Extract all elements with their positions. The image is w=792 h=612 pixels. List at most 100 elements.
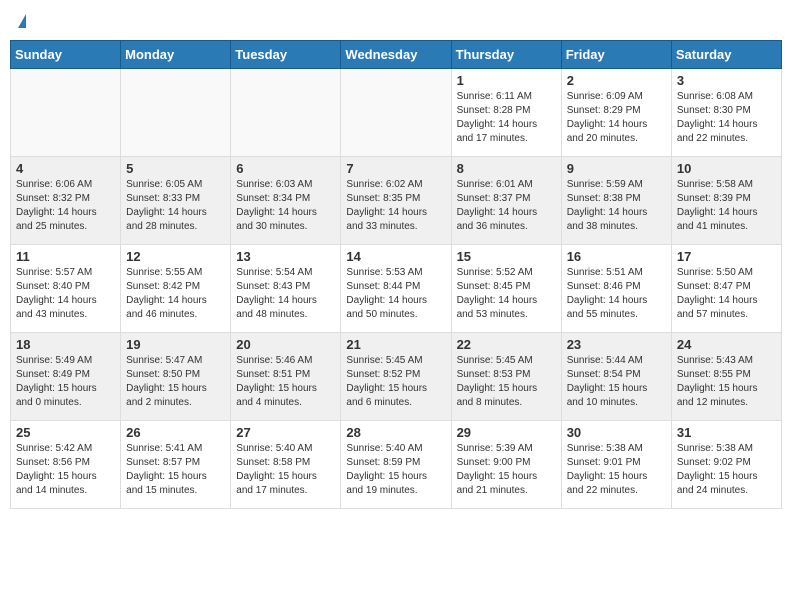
- calendar-header-saturday: Saturday: [671, 41, 781, 69]
- day-info: Sunrise: 5:46 AMSunset: 8:51 PMDaylight:…: [236, 354, 335, 410]
- day-number: 27: [236, 425, 335, 440]
- calendar-week-row: 1 Sunrise: 6:11 AMSunset: 8:28 PMDaylight…: [11, 69, 782, 157]
- calendar-cell: 9 Sunrise: 5:59 AMSunset: 8:38 PMDaylight…: [561, 157, 671, 245]
- day-number: 14: [346, 249, 445, 264]
- day-number: 22: [457, 337, 556, 352]
- day-number: 5: [126, 161, 225, 176]
- calendar-cell: 24Sunrise: 5:43 AMSunset: 8:55 PMDayligh…: [671, 333, 781, 421]
- day-number: 28: [346, 425, 445, 440]
- calendar-cell: 19 Sunrise: 5:47 AMSunset: 8:50 PMDayligh…: [121, 333, 231, 421]
- day-number: 21: [346, 337, 445, 352]
- day-info: Sunrise: 5:52 AMSunset: 8:45 PMDaylight:…: [457, 266, 556, 322]
- day-number: 4: [16, 161, 115, 176]
- calendar-week-row: 18 Sunrise: 5:49 AMSunset: 8:49 PMDayligh…: [11, 333, 782, 421]
- calendar-header-monday: Monday: [121, 41, 231, 69]
- calendar-header-sunday: Sunday: [11, 41, 121, 69]
- day-number: 1: [457, 73, 556, 88]
- day-number: 3: [677, 73, 776, 88]
- calendar-header-friday: Friday: [561, 41, 671, 69]
- day-number: 17: [677, 249, 776, 264]
- calendar-cell: 18 Sunrise: 5:49 AMSunset: 8:49 PMDayligh…: [11, 333, 121, 421]
- calendar-cell: 21Sunrise: 5:45 AMSunset: 8:52 PMDayligh…: [341, 333, 451, 421]
- page-header: [10, 10, 782, 32]
- calendar-cell: 14 Sunrise: 5:53 AMSunset: 8:44 PMDayligh…: [341, 245, 451, 333]
- calendar-cell: 13 Sunrise: 5:54 AMSunset: 8:43 PMDayligh…: [231, 245, 341, 333]
- calendar-week-row: 4 Sunrise: 6:06 AMSunset: 8:32 PMDaylight…: [11, 157, 782, 245]
- day-number: 20: [236, 337, 335, 352]
- day-info: Sunrise: 5:38 AMSunset: 9:02 PMDaylight:…: [677, 442, 776, 498]
- calendar-cell: 23 Sunrise: 5:44 AMSunset: 8:54 PMDayligh…: [561, 333, 671, 421]
- calendar-header-wednesday: Wednesday: [341, 41, 451, 69]
- calendar-cell: 5 Sunrise: 6:05 AMSunset: 8:33 PMDaylight…: [121, 157, 231, 245]
- calendar-header-tuesday: Tuesday: [231, 41, 341, 69]
- calendar-cell: 20 Sunrise: 5:46 AMSunset: 8:51 PMDayligh…: [231, 333, 341, 421]
- day-number: 18: [16, 337, 115, 352]
- calendar-cell: 11Sunrise: 5:57 AMSunset: 8:40 PMDayligh…: [11, 245, 121, 333]
- calendar-cell: 22 Sunrise: 5:45 AMSunset: 8:53 PMDayligh…: [451, 333, 561, 421]
- day-number: 24: [677, 337, 776, 352]
- day-info: Sunrise: 6:08 AMSunset: 8:30 PMDaylight:…: [677, 90, 776, 146]
- day-number: 23: [567, 337, 666, 352]
- day-number: 11: [16, 249, 115, 264]
- day-info: Sunrise: 5:53 AMSunset: 8:44 PMDaylight:…: [346, 266, 445, 322]
- day-info: Sunrise: 5:40 AMSunset: 8:59 PMDaylight:…: [346, 442, 445, 498]
- calendar-cell: [11, 69, 121, 157]
- day-info: Sunrise: 6:05 AMSunset: 8:33 PMDaylight:…: [126, 178, 225, 234]
- day-info: Sunrise: 5:45 AMSunset: 8:53 PMDaylight:…: [457, 354, 556, 410]
- calendar-header-row: SundayMondayTuesdayWednesdayThursdayFrid…: [11, 41, 782, 69]
- calendar-cell: 17Sunrise: 5:50 AMSunset: 8:47 PMDayligh…: [671, 245, 781, 333]
- logo: [16, 14, 26, 28]
- day-number: 9: [567, 161, 666, 176]
- day-info: Sunrise: 5:58 AMSunset: 8:39 PMDaylight:…: [677, 178, 776, 234]
- calendar-cell: 3 Sunrise: 6:08 AMSunset: 8:30 PMDaylight…: [671, 69, 781, 157]
- day-number: 30: [567, 425, 666, 440]
- day-number: 2: [567, 73, 666, 88]
- day-info: Sunrise: 5:42 AMSunset: 8:56 PMDaylight:…: [16, 442, 115, 498]
- day-info: Sunrise: 5:54 AMSunset: 8:43 PMDaylight:…: [236, 266, 335, 322]
- calendar-cell: 2 Sunrise: 6:09 AMSunset: 8:29 PMDaylight…: [561, 69, 671, 157]
- calendar-cell: [341, 69, 451, 157]
- day-info: Sunrise: 5:40 AMSunset: 8:58 PMDaylight:…: [236, 442, 335, 498]
- calendar-cell: 26 Sunrise: 5:41 AMSunset: 8:57 PMDayligh…: [121, 421, 231, 509]
- calendar-cell: [231, 69, 341, 157]
- day-info: Sunrise: 5:44 AMSunset: 8:54 PMDaylight:…: [567, 354, 666, 410]
- day-info: Sunrise: 5:59 AMSunset: 8:38 PMDaylight:…: [567, 178, 666, 234]
- day-info: Sunrise: 6:09 AMSunset: 8:29 PMDaylight:…: [567, 90, 666, 146]
- calendar-cell: 10 Sunrise: 5:58 AMSunset: 8:39 PMDayligh…: [671, 157, 781, 245]
- day-number: 6: [236, 161, 335, 176]
- calendar-cell: 29Sunrise: 5:39 AMSunset: 9:00 PMDayligh…: [451, 421, 561, 509]
- calendar-cell: 7 Sunrise: 6:02 AMSunset: 8:35 PMDaylight…: [341, 157, 451, 245]
- day-number: 19: [126, 337, 225, 352]
- day-info: Sunrise: 6:01 AMSunset: 8:37 PMDaylight:…: [457, 178, 556, 234]
- day-info: Sunrise: 5:47 AMSunset: 8:50 PMDaylight:…: [126, 354, 225, 410]
- day-number: 25: [16, 425, 115, 440]
- calendar-header-thursday: Thursday: [451, 41, 561, 69]
- calendar-cell: 12 Sunrise: 5:55 AMSunset: 8:42 PMDayligh…: [121, 245, 231, 333]
- calendar-cell: 15 Sunrise: 5:52 AMSunset: 8:45 PMDayligh…: [451, 245, 561, 333]
- calendar-cell: 1 Sunrise: 6:11 AMSunset: 8:28 PMDaylight…: [451, 69, 561, 157]
- day-number: 7: [346, 161, 445, 176]
- day-info: Sunrise: 5:51 AMSunset: 8:46 PMDaylight:…: [567, 266, 666, 322]
- day-info: Sunrise: 5:55 AMSunset: 8:42 PMDaylight:…: [126, 266, 225, 322]
- day-info: Sunrise: 5:39 AMSunset: 9:00 PMDaylight:…: [457, 442, 556, 498]
- calendar-cell: 30 Sunrise: 5:38 AMSunset: 9:01 PMDayligh…: [561, 421, 671, 509]
- calendar-cell: 6Sunrise: 6:03 AMSunset: 8:34 PMDaylight…: [231, 157, 341, 245]
- day-info: Sunrise: 6:02 AMSunset: 8:35 PMDaylight:…: [346, 178, 445, 234]
- day-number: 26: [126, 425, 225, 440]
- day-info: Sunrise: 6:06 AMSunset: 8:32 PMDaylight:…: [16, 178, 115, 234]
- calendar-week-row: 25 Sunrise: 5:42 AMSunset: 8:56 PMDayligh…: [11, 421, 782, 509]
- day-number: 10: [677, 161, 776, 176]
- day-number: 13: [236, 249, 335, 264]
- day-number: 12: [126, 249, 225, 264]
- calendar-cell: [121, 69, 231, 157]
- calendar-cell: 16 Sunrise: 5:51 AMSunset: 8:46 PMDayligh…: [561, 245, 671, 333]
- day-info: Sunrise: 6:11 AMSunset: 8:28 PMDaylight:…: [457, 90, 556, 146]
- day-number: 16: [567, 249, 666, 264]
- calendar-week-row: 11Sunrise: 5:57 AMSunset: 8:40 PMDayligh…: [11, 245, 782, 333]
- calendar-cell: 28 Sunrise: 5:40 AMSunset: 8:59 PMDayligh…: [341, 421, 451, 509]
- day-info: Sunrise: 5:38 AMSunset: 9:01 PMDaylight:…: [567, 442, 666, 498]
- day-info: Sunrise: 5:41 AMSunset: 8:57 PMDaylight:…: [126, 442, 225, 498]
- calendar-cell: 25 Sunrise: 5:42 AMSunset: 8:56 PMDayligh…: [11, 421, 121, 509]
- day-number: 15: [457, 249, 556, 264]
- day-info: Sunrise: 5:49 AMSunset: 8:49 PMDaylight:…: [16, 354, 115, 410]
